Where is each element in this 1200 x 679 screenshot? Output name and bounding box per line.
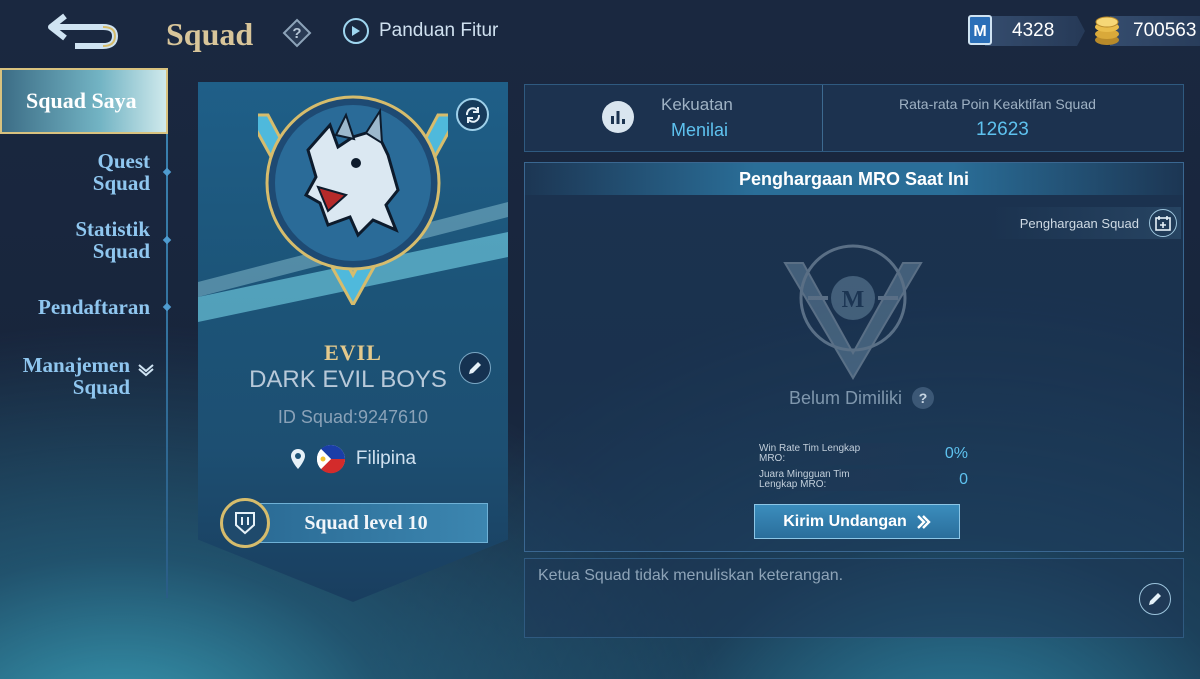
refresh-icon [465,106,480,123]
squad-id: ID Squad:9247610 [277,407,429,427]
help-icon[interactable]: ? [282,18,312,48]
refresh-emblem-button[interactable] [456,98,489,131]
sidebar-item-label: Manajemen Squad [22,353,130,399]
sidebar-item-quest-squad[interactable]: Quest Squad [92,149,172,195]
sidebar: Squad Saya Quest Squad Statistik Squad P… [0,68,172,598]
squad-stats-panel: Kekuatan Menilai Rata-rata Poin Keaktifa… [524,84,1184,152]
pencil-icon [469,362,481,374]
activity-value: 12623 [976,119,1029,140]
activity-label: Rata-rata Poin Keaktifan Squad [899,96,1096,112]
sidebar-item-label: Quest Squad [92,149,150,195]
send-invite-label: Kirim Undangan [783,512,907,530]
edit-description-button[interactable] [1139,583,1171,615]
squad-level-bar: Squad level 10 [244,503,488,543]
power-label: Kekuatan [661,95,733,114]
stats-divider [822,85,823,151]
mro-emblem-icon: M [783,244,923,380]
squad-level[interactable]: Squad level 10 [220,498,488,548]
chevron-down-icon[interactable] [137,363,155,377]
squad-award-label: Penghargaan Squad [1019,215,1139,231]
edit-name-button[interactable] [459,352,491,384]
nav-dot [162,235,172,245]
send-invite-button[interactable]: Kirim Undangan [754,504,960,539]
power-value: Menilai [671,120,729,140]
nav-dot [162,167,172,177]
squad-level-label: Squad level 10 [304,511,428,534]
gold-coins-icon [1095,16,1119,45]
squad-description-panel: Ketua Squad tidak menuliskan keterangan. [524,558,1184,638]
gold-counter: 700563 [1110,16,1200,46]
chevron-right-icon [916,514,931,529]
squad-level-badge-icon [220,498,270,548]
squad-name: DARK EVIL BOYS [249,366,447,393]
mro-weekly-champion-row: Juara Mingguan Tim Lengkap MRO: 0 [753,469,978,491]
mro-status-label: Belum Dimiliki [789,387,903,408]
sidebar-item-statistik-squad[interactable]: Statistik Squad [75,217,172,263]
back-arrow-icon[interactable] [45,10,120,52]
play-icon [343,18,369,44]
mro-award-panel: Penghargaan MRO Saat Ini Penghargaan Squ… [524,162,1184,552]
page-title: Squad [166,16,254,52]
ticket-counter: 4328 [985,16,1085,46]
mro-row-value: 0 [959,471,968,488]
sidebar-item-squad-saya[interactable]: Squad Saya [0,68,168,134]
mro-row-label: Win Rate Tim Lengkap MRO: [759,443,861,464]
squad-emblem-wolf-icon [258,95,448,305]
ticket-icon: M [968,15,992,45]
svg-text:?: ? [292,25,301,42]
calendar-plus-icon [1149,209,1177,237]
sidebar-item-pendaftaran[interactable]: Pendaftaran [38,295,172,319]
mro-row-label: Juara Mingguan Tim Lengkap MRO: [759,469,850,490]
bar-chart-icon[interactable] [602,101,634,133]
svg-text:M: M [842,287,865,313]
mro-heading: Penghargaan MRO Saat Ini [525,163,1183,195]
feature-guide-label: Panduan Fitur [379,20,499,41]
feature-guide-button[interactable]: Panduan Fitur [343,18,498,44]
svg-text:M: M [973,23,986,40]
sidebar-item-label: Squad Saya [26,88,137,113]
sidebar-item-manajemen-squad[interactable]: Manajemen Squad [23,354,130,398]
ticket-amount: 4328 [1012,20,1055,41]
sidebar-item-label: Pendaftaran [38,295,150,319]
mro-status: Belum Dimiliki ? [789,387,935,409]
sidebar-item-label: Statistik Squad [75,217,150,263]
squad-location: Filipina [198,444,508,474]
philippines-flag-icon [316,444,345,474]
location-pin-icon [290,449,305,469]
mro-win-rate-row: Win Rate Tim Lengkap MRO: 0% [753,443,978,465]
pencil-icon [1149,593,1161,605]
sidebar-rail [166,68,168,598]
help-icon[interactable]: ? [912,387,935,409]
nav-dot [162,302,172,312]
squad-award-button[interactable]: Penghargaan Squad [991,207,1181,239]
gold-amount: 700563 [1133,20,1197,41]
mro-row-value: 0% [944,445,968,462]
country-label: Filipina [355,448,417,469]
squad-description: Ketua Squad tidak menuliskan keterangan. [538,567,844,584]
